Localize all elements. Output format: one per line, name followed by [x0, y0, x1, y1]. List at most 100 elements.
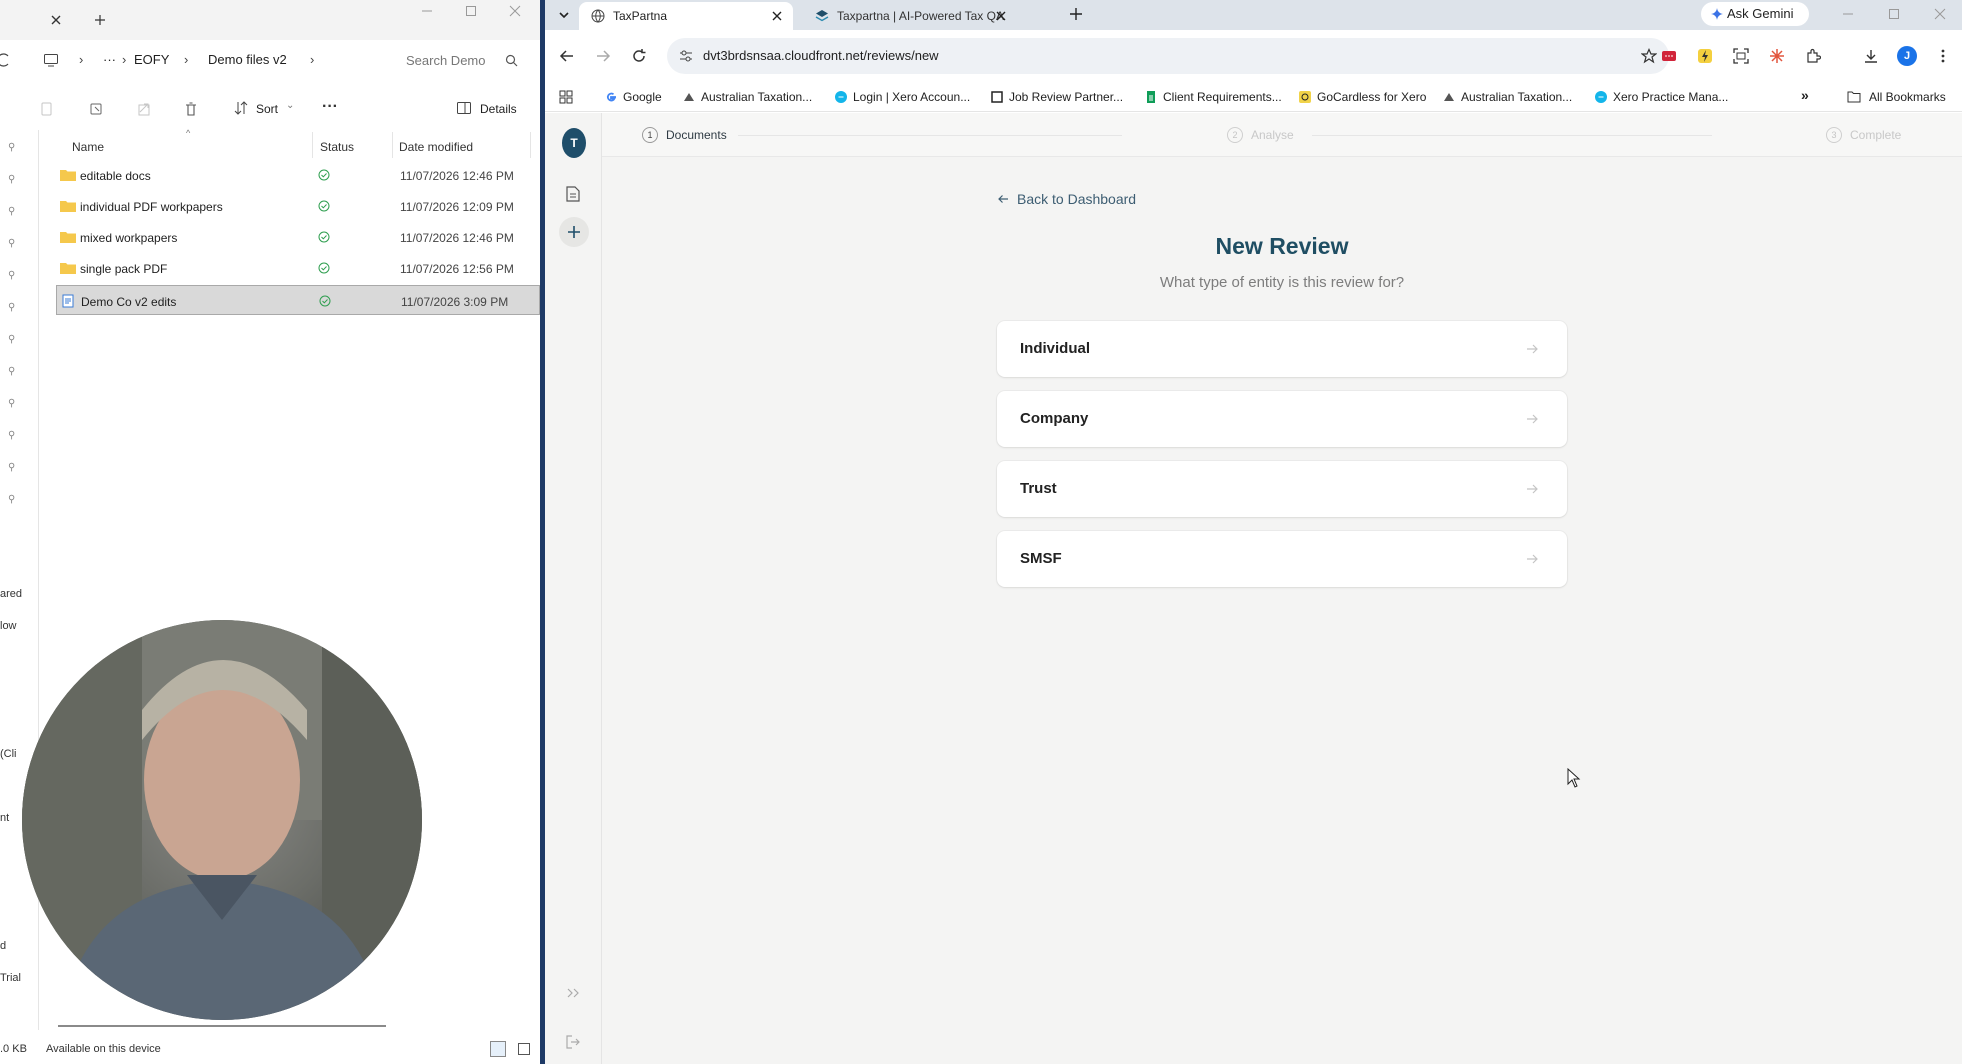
- breadcrumb-more[interactable]: ···: [103, 52, 116, 67]
- file-row[interactable]: editable docs 11/07/2026 12:46 PM: [56, 160, 540, 190]
- breadcrumb-demo-files[interactable]: Demo files v2: [208, 52, 287, 67]
- document-file-icon: [61, 294, 77, 308]
- breadcrumb-eofy[interactable]: EOFY: [134, 52, 169, 67]
- file-row[interactable]: mixed workpapers 11/07/2026 12:46 PM: [56, 222, 540, 252]
- breadcrumb-chevron-icon: ›: [184, 52, 189, 67]
- pin-icon: ⚲: [8, 206, 16, 217]
- folder-icon: [60, 199, 76, 212]
- search-placeholder: Search Demo: [406, 53, 486, 68]
- back-icon[interactable]: [559, 48, 575, 64]
- explorer-search-input[interactable]: Search Demo: [400, 49, 524, 73]
- nav-item-fragment[interactable]: nt: [0, 812, 9, 824]
- rename-icon[interactable]: [88, 100, 106, 118]
- extensions-puzzle-icon[interactable]: [1805, 48, 1821, 64]
- file-date: 11/07/2026 12:46 PM: [400, 231, 514, 245]
- copy-icon[interactable]: [38, 100, 56, 118]
- tiles-view-icon[interactable]: [516, 1041, 532, 1057]
- user-avatar[interactable]: T: [562, 128, 586, 158]
- more-bookmarks-icon[interactable]: »: [1801, 87, 1809, 103]
- step-connector: [1312, 135, 1712, 136]
- close-window-icon[interactable]: [1933, 7, 1947, 21]
- horizontal-scrollbar[interactable]: [58, 1025, 386, 1027]
- entity-option-smsf[interactable]: SMSF: [997, 531, 1567, 587]
- file-row[interactable]: individual PDF workpapers 11/07/2026 12:…: [56, 191, 540, 221]
- bookmarks-bar: Google Australian Taxation... Login | Xe…: [545, 82, 1962, 112]
- extension-lightning-icon[interactable]: [1697, 48, 1713, 64]
- column-header-status[interactable]: Status: [320, 140, 354, 154]
- more-options-icon[interactable]: ···: [322, 98, 338, 116]
- profile-avatar[interactable]: J: [1897, 46, 1917, 66]
- column-header-date[interactable]: Date modified: [399, 140, 473, 154]
- nav-item-fragment[interactable]: Trial: [0, 972, 21, 984]
- details-view-icon[interactable]: [490, 1041, 506, 1057]
- expand-sidebar-icon[interactable]: [565, 985, 581, 1001]
- sync-ok-icon: [318, 231, 330, 243]
- nav-item-fragment[interactable]: ared: [0, 588, 22, 600]
- column-separator[interactable]: [530, 132, 531, 158]
- nav-item-fragment[interactable]: d: [0, 940, 6, 952]
- ask-gemini-button[interactable]: Ask Gemini: [1701, 2, 1809, 26]
- entity-option-individual[interactable]: Individual: [997, 321, 1567, 377]
- site-settings-icon[interactable]: [679, 49, 693, 63]
- tab-title: TaxPartna: [613, 9, 668, 23]
- step-connector: [738, 135, 1122, 136]
- xero-icon: [1595, 91, 1607, 103]
- tab-taxpartna-ai[interactable]: Taxpartna | AI-Powered Tax QA: [803, 2, 1017, 30]
- new-tab-icon[interactable]: [1069, 7, 1083, 21]
- arrow-right-icon: [1525, 482, 1539, 496]
- entity-option-company[interactable]: Company: [997, 391, 1567, 447]
- screenshot-icon[interactable]: [1733, 48, 1749, 64]
- bookmark-star-icon[interactable]: [1641, 48, 1657, 64]
- this-pc-icon[interactable]: [43, 52, 59, 68]
- tab-search-icon[interactable]: [557, 8, 571, 22]
- nav-item-fragment[interactable]: (Cli: [0, 748, 17, 760]
- column-headers: Name ^ Status Date modified: [40, 128, 540, 158]
- file-row[interactable]: single pack PDF 11/07/2026 12:56 PM: [56, 253, 540, 283]
- new-review-button[interactable]: [559, 217, 589, 247]
- address-bar[interactable]: dvt3brdsnsaa.cloudfront.net/reviews/new: [667, 38, 1669, 74]
- pin-icon: ⚲: [8, 270, 16, 281]
- file-row-selected[interactable]: Demo Co v2 edits 11/07/2026 3:09 PM: [56, 285, 540, 315]
- new-tab-icon[interactable]: [92, 12, 108, 28]
- folder-icon: [60, 168, 76, 181]
- tab-taxpartna[interactable]: TaxPartna: [579, 2, 793, 30]
- close-window-icon[interactable]: [508, 4, 522, 18]
- forward-icon[interactable]: [595, 48, 611, 64]
- extension-burst-icon[interactable]: [1769, 48, 1785, 64]
- folder-icon: [60, 230, 76, 243]
- file-date: 11/07/2026 12:56 PM: [400, 262, 514, 276]
- tab-title: Taxpartna | AI-Powered Tax QA: [837, 9, 1004, 23]
- extension-icon[interactable]: [1661, 48, 1677, 64]
- status-availability: Available on this device: [46, 1043, 161, 1055]
- webcam-overlay: [22, 620, 422, 1020]
- close-tab-icon[interactable]: [995, 10, 1007, 22]
- maximize-icon[interactable]: [464, 4, 478, 18]
- chrome-menu-icon[interactable]: [1935, 48, 1951, 64]
- entity-option-trust[interactable]: Trust: [997, 461, 1567, 517]
- logout-icon[interactable]: [565, 1034, 581, 1050]
- close-tab-icon[interactable]: [48, 12, 64, 28]
- breadcrumb-chevron-icon: ›: [79, 52, 84, 67]
- minimize-icon[interactable]: [1841, 7, 1855, 21]
- column-separator[interactable]: [392, 132, 393, 158]
- cut-icon[interactable]: [0, 100, 14, 118]
- minimize-icon[interactable]: [420, 4, 434, 18]
- documents-icon[interactable]: [566, 186, 580, 202]
- refresh-icon[interactable]: [0, 52, 10, 68]
- file-date: 11/07/2026 12:46 PM: [400, 169, 514, 183]
- nav-item-fragment[interactable]: low: [0, 620, 17, 632]
- all-bookmarks-button[interactable]: All Bookmarks: [1847, 88, 1959, 106]
- apps-grid-icon[interactable]: [559, 90, 573, 104]
- maximize-icon[interactable]: [1887, 7, 1901, 21]
- column-header-name[interactable]: Name: [72, 140, 104, 154]
- bookmark-label: Job Review Partner...: [1009, 90, 1124, 104]
- download-icon[interactable]: [1863, 48, 1879, 64]
- delete-icon[interactable]: [182, 100, 200, 118]
- column-separator[interactable]: [312, 132, 313, 158]
- file-name: individual PDF workpapers: [80, 200, 223, 214]
- reload-icon[interactable]: [631, 48, 647, 64]
- share-icon[interactable]: [136, 100, 154, 118]
- close-tab-icon[interactable]: [771, 10, 783, 22]
- bookmark-label: Australian Taxation...: [701, 90, 813, 104]
- back-to-dashboard-link[interactable]: Back to Dashboard: [997, 189, 1136, 209]
